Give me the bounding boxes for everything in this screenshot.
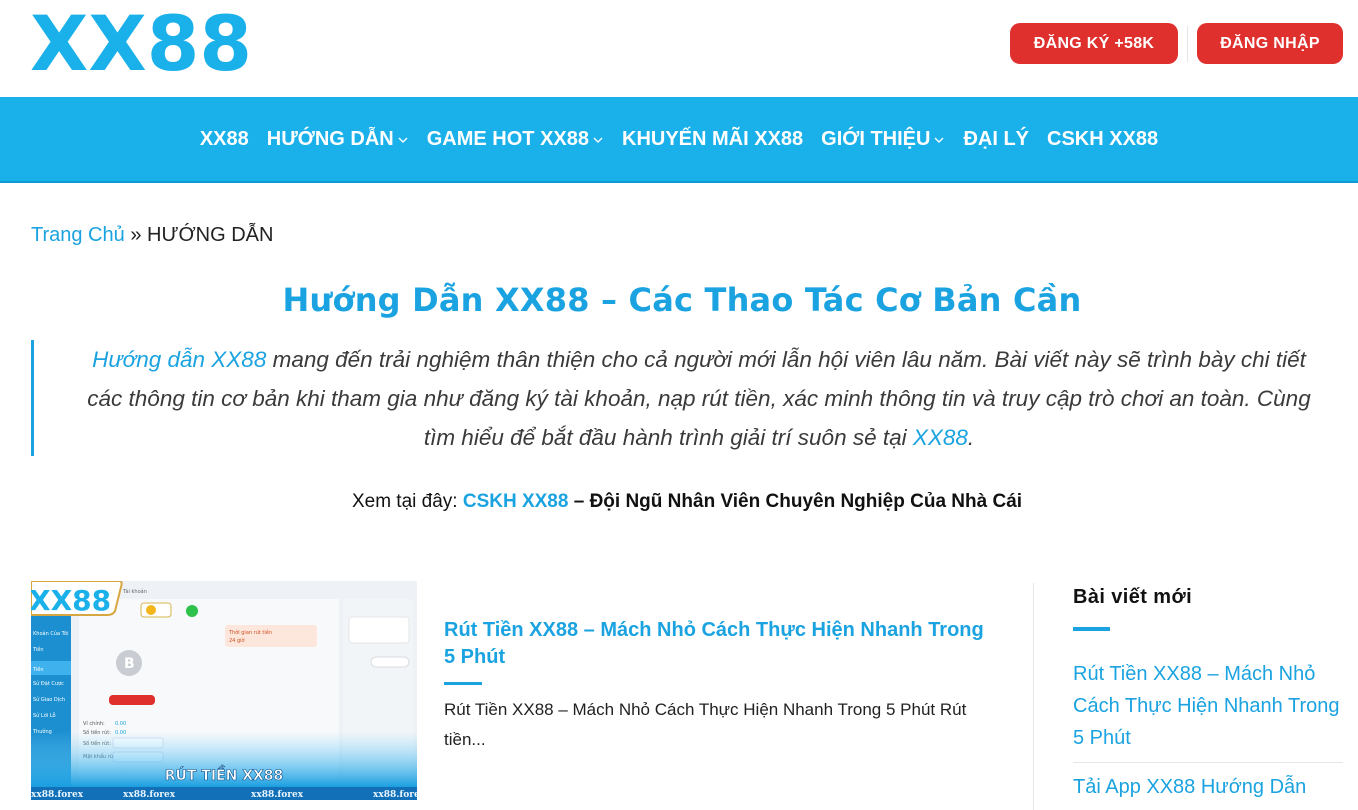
post-title-underline bbox=[444, 682, 482, 685]
post-title-link[interactable]: Rút Tiền XX88 – Mách Nhỏ Cách Thực Hiện … bbox=[444, 617, 984, 671]
recent-post-link[interactable]: Rút Tiền XX88 – Mách Nhỏ Cách Thực Hiện … bbox=[1073, 658, 1348, 754]
nav-item-label: ĐẠI LÝ bbox=[963, 127, 1030, 150]
login-button[interactable]: ĐĂNG NHẬP bbox=[1197, 23, 1343, 64]
nav-item-label: HƯỚNG DẪN bbox=[266, 127, 394, 150]
intro-text: mang đến trải nghiệm thân thiện cho cả n… bbox=[87, 347, 1311, 450]
thumb-logo: XX88 bbox=[31, 584, 111, 617]
intro-end: . bbox=[967, 425, 975, 450]
nav-item[interactable]: HƯỚNG DẪN bbox=[258, 128, 418, 151]
breadcrumb-home-link[interactable]: Trang Chủ bbox=[31, 224, 125, 246]
svg-text:Ví chính:: Ví chính: bbox=[83, 720, 105, 727]
page-title: Hướng Dẫn XX88 – Các Thao Tác Cơ Bản Cần bbox=[282, 281, 1082, 319]
breadcrumb: Trang Chủ » HƯỚNG DẪN bbox=[31, 224, 273, 247]
recent-posts-underline bbox=[1073, 627, 1110, 631]
nav-item[interactable]: GAME HOT XX88 bbox=[418, 128, 613, 151]
intro-link-xx88[interactable]: XX88 bbox=[913, 425, 968, 450]
breadcrumb-current: HƯỚNG DẪN bbox=[147, 224, 274, 246]
thumb-watermark: xx88.forex bbox=[123, 790, 176, 800]
svg-text:24 giờ: 24 giờ bbox=[229, 637, 246, 644]
svg-text:Tiền: Tiền bbox=[32, 645, 44, 653]
nav-item-label: GIỚI THIỆU bbox=[821, 127, 931, 150]
breadcrumb-separator: » bbox=[130, 224, 147, 246]
svg-text:B: B bbox=[124, 656, 135, 672]
nav-item[interactable]: ĐẠI LÝ bbox=[954, 128, 1038, 151]
intro-quote: Hướng dẫn XX88 mang đến trải nghiệm thân… bbox=[31, 340, 1328, 456]
see-also-link[interactable]: CSKH XX88 bbox=[463, 491, 569, 512]
nav-item-label: KHUYẾN MÃI XX88 bbox=[622, 127, 804, 150]
recent-posts-title: Bài viết mới bbox=[1073, 586, 1193, 608]
see-also-prefix: Xem tại đây: bbox=[351, 491, 463, 512]
nav-item-label: CSKH XX88 bbox=[1047, 127, 1159, 150]
svg-text:Sử Giao Dịch: Sử Giao Dịch bbox=[33, 696, 65, 703]
intro-paragraph: Hướng dẫn XX88 mang đến trải nghiệm thân… bbox=[74, 340, 1324, 457]
svg-text:Sử Lời Lỗ: Sử Lời Lỗ bbox=[33, 712, 56, 719]
sidebar-divider bbox=[1033, 583, 1034, 810]
svg-text:Sử Đặt Cược: Sử Đặt Cược bbox=[33, 680, 64, 687]
main-nav: XX88 HƯỚNG DẪN GAME HOT XX88 KHUYẾN MÃI XX8… bbox=[0, 97, 1358, 183]
thumb-watermark: xx88.forex bbox=[251, 790, 304, 800]
svg-text:Tiền: Tiền bbox=[32, 665, 44, 673]
see-also: Xem tại đây: CSKH XX88 – Đội Ngũ Nhân Vi… bbox=[0, 491, 1358, 513]
intro-link-guide[interactable]: Hướng dẫn XX88 bbox=[92, 347, 266, 372]
nav-item[interactable]: GIỚI THIỆU bbox=[812, 128, 954, 151]
nav-item[interactable]: CSKH XX88 bbox=[1038, 128, 1167, 151]
register-button[interactable]: ĐĂNG KÝ +58K bbox=[1010, 23, 1178, 64]
chevron-down-icon bbox=[397, 134, 409, 146]
svg-text:Tài khoản: Tài khoản bbox=[122, 588, 147, 595]
nav-item[interactable]: XX88 bbox=[191, 128, 258, 151]
chevron-down-icon bbox=[592, 134, 604, 146]
thumb-watermark: xx88.forex bbox=[31, 790, 84, 800]
thumb-watermark: xx88.forex bbox=[373, 790, 417, 800]
thumb-caption: RÚT TIỀN XX88 bbox=[165, 765, 284, 784]
main-nav-list: XX88 HƯỚNG DẪN GAME HOT XX88 KHUYẾN MÃI XX8… bbox=[0, 97, 1358, 181]
nav-item[interactable]: KHUYẾN MÃI XX88 bbox=[613, 128, 812, 151]
nav-item-label: GAME HOT XX88 bbox=[426, 127, 589, 150]
recent-post-link[interactable]: Tải App XX88 Hướng Dẫn bbox=[1073, 771, 1348, 803]
svg-text:Thời gian rút tiền: Thời gian rút tiền bbox=[228, 628, 272, 636]
logo-text: XX88 bbox=[30, 8, 252, 76]
chevron-down-icon bbox=[933, 134, 945, 146]
svg-text:0.00: 0.00 bbox=[115, 721, 126, 727]
nav-item-label: XX88 bbox=[199, 127, 249, 150]
svg-text:Khoản Của Tôi: Khoản Của Tôi bbox=[33, 630, 69, 637]
post-thumbnail[interactable]: Khoản Của Tôi Tiền Tiền Sử Đặt Cược Sử G… bbox=[31, 581, 417, 800]
post-excerpt: Rút Tiền XX88 – Mách Nhỏ Cách Thực Hiện … bbox=[444, 700, 967, 749]
header-divider bbox=[1187, 26, 1188, 62]
recent-post-divider bbox=[1073, 762, 1343, 763]
see-also-title: – Đội Ngũ Nhân Viên Chuyên Nghiệp Của Nh… bbox=[568, 491, 1023, 512]
site-logo[interactable]: XX88 bbox=[30, 0, 254, 88]
site-header: XX88 ĐĂNG KÝ +58K ĐĂNG NHẬP bbox=[0, 0, 1358, 97]
